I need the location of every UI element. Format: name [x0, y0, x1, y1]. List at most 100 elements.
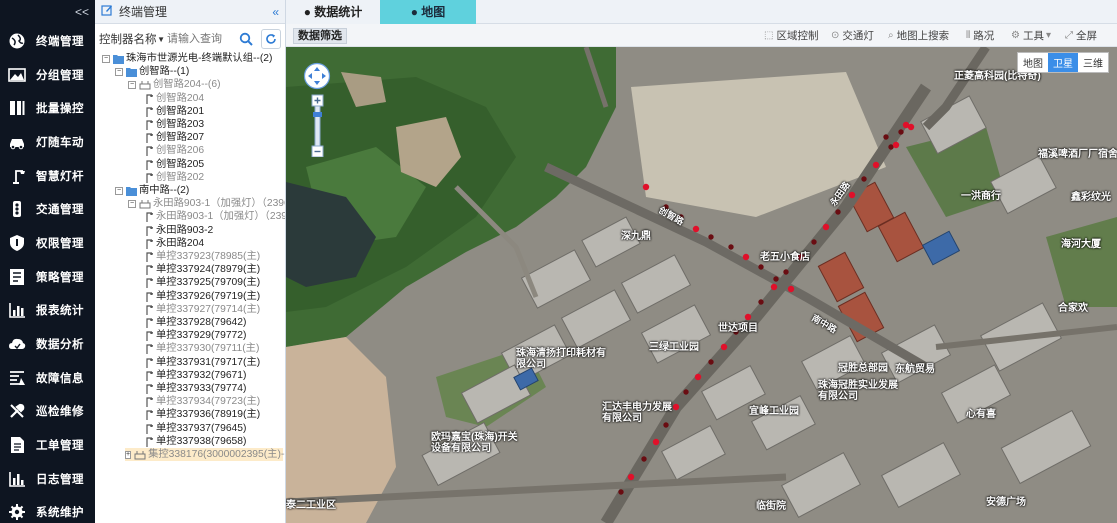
search-icon[interactable]: [237, 29, 255, 49]
tree-collapse-button[interactable]: «: [272, 5, 279, 19]
lamp-marker[interactable]: [835, 209, 841, 215]
tree-node[interactable]: 创智路206: [145, 144, 204, 157]
tree-node[interactable]: − 永田路903-1（加强灯）（2396）: [128, 197, 285, 210]
lamp-marker[interactable]: [720, 343, 728, 351]
collapse-icon[interactable]: −: [128, 199, 136, 208]
refresh-button[interactable]: [261, 29, 281, 49]
lamp-marker[interactable]: [708, 359, 714, 365]
tree-node[interactable]: 单控337929(79772): [145, 329, 246, 342]
lamp-marker[interactable]: [822, 223, 830, 231]
tree-search-input[interactable]: [167, 29, 237, 49]
sidebar-item[interactable]: 故障信息: [0, 361, 95, 395]
tab-data-statistics[interactable]: ● 数据统计: [286, 0, 380, 24]
lamp-marker[interactable]: [641, 456, 647, 462]
lamp-marker[interactable]: [627, 473, 635, 481]
tree-node[interactable]: 创智路205: [145, 158, 204, 171]
lamp-marker[interactable]: [783, 269, 789, 275]
tree-node[interactable]: 单控337931(79717(主): [145, 356, 260, 369]
tree-node[interactable]: 创智路201: [145, 105, 204, 118]
lamp-marker[interactable]: [642, 183, 650, 191]
tree-node[interactable]: + 集控338176(3000002395(主)--: [125, 448, 285, 461]
map-type-satellite[interactable]: 卫星: [1048, 53, 1078, 72]
search-field-select[interactable]: 控制器名称 ▼: [99, 29, 167, 49]
lamp-marker[interactable]: [708, 234, 714, 240]
lamp-marker[interactable]: [773, 276, 779, 282]
lamp-marker[interactable]: [652, 438, 660, 446]
sidebar-item[interactable]: 灯随车动: [0, 125, 95, 159]
sidebar-collapse-button[interactable]: <<: [0, 0, 95, 24]
expand-icon[interactable]: +: [125, 450, 132, 459]
lamp-marker[interactable]: [672, 403, 680, 411]
tree-node[interactable]: 永田路903-2: [145, 224, 213, 237]
tree-node[interactable]: − 创智路204--(6): [128, 78, 221, 91]
road-conditions-button[interactable]: ⫴ 路况: [966, 29, 994, 43]
satellite-map[interactable]: 正菱高科园(比特奇) 福溪啤酒厂厂宿舍 一洪商行 鑫彩纹光 海河大厦 合家欢 深…: [286, 47, 1117, 523]
lamp-marker[interactable]: [898, 129, 904, 135]
fullscreen-button[interactable]: ⤢ 全屏: [1065, 29, 1097, 43]
tree-node[interactable]: − 南中路--(2): [115, 184, 189, 197]
tree-node[interactable]: 单控337932(79671): [145, 369, 246, 382]
sidebar-item[interactable]: 数据分析: [0, 327, 95, 361]
sidebar-item[interactable]: 日志管理: [0, 462, 95, 496]
traffic-light-button[interactable]: ⊙ 交通灯: [831, 29, 874, 43]
lamp-marker[interactable]: [811, 239, 817, 245]
sidebar-item[interactable]: 系统维护: [0, 496, 95, 523]
collapse-icon[interactable]: −: [102, 54, 110, 63]
sidebar-item[interactable]: 交通管理: [0, 192, 95, 226]
sidebar-item[interactable]: 终端管理: [0, 24, 95, 58]
tree-node[interactable]: 单控337936(78919(主): [145, 408, 260, 421]
tree-node[interactable]: 单控337926(79719(主): [145, 290, 260, 303]
zoom-slider-handle[interactable]: [313, 112, 322, 117]
lamp-marker[interactable]: [694, 373, 702, 381]
sidebar-item[interactable]: 分组管理: [0, 58, 95, 92]
tools-button[interactable]: ⚙ 工具 ▾: [1011, 29, 1054, 43]
tree-node[interactable]: 单控337928(79642): [145, 316, 246, 329]
sidebar-item[interactable]: 工单管理: [0, 428, 95, 462]
lamp-marker[interactable]: [618, 489, 624, 495]
tree-node[interactable]: 单控337923(78985(主): [145, 250, 260, 263]
lamp-marker[interactable]: [692, 225, 700, 233]
collapse-icon[interactable]: −: [128, 80, 136, 89]
tree-node[interactable]: 单控337933(79774): [145, 382, 246, 395]
data-filter-button[interactable]: 数据筛选: [293, 28, 347, 44]
lamp-marker[interactable]: [770, 283, 778, 291]
tree-node[interactable]: 单控337938(79658): [145, 435, 246, 448]
lamp-marker[interactable]: [787, 285, 795, 293]
tree-node[interactable]: − 珠海市世源光电-终端默认组--(2): [102, 52, 272, 65]
zoom-in-button[interactable]: [311, 94, 324, 107]
tree-node[interactable]: 单控337934(79723(主): [145, 395, 260, 408]
tree-node[interactable]: 创智路204: [145, 92, 204, 105]
sidebar-item[interactable]: 策略管理: [0, 260, 95, 294]
tab-map[interactable]: ● 地图: [380, 0, 476, 24]
collapse-icon[interactable]: −: [115, 67, 123, 76]
lamp-marker[interactable]: [861, 176, 867, 182]
tree-node[interactable]: 永田路903-1（加强灯）（2396: [145, 210, 285, 223]
tree-node[interactable]: 单控337937(79645): [145, 422, 246, 435]
tree-node[interactable]: 单控337930(79711(主): [145, 342, 259, 355]
tree-node[interactable]: 单控337927(79714(主): [145, 303, 260, 316]
collapse-icon[interactable]: −: [115, 186, 123, 195]
area-control-button[interactable]: ⬚ 区域控制: [764, 29, 818, 43]
sidebar-item[interactable]: 批量操控: [0, 91, 95, 125]
tree-node[interactable]: 创智路207: [145, 131, 204, 144]
map-type-3d[interactable]: 三维: [1078, 53, 1108, 72]
lamp-marker[interactable]: [883, 134, 889, 140]
sidebar-item[interactable]: 报表统计: [0, 294, 95, 328]
tree-node[interactable]: 单控337925(79709(主): [145, 276, 260, 289]
map-type-normal[interactable]: 地图: [1018, 53, 1048, 72]
tree-node[interactable]: 永田路204: [145, 237, 204, 250]
lamp-marker[interactable]: [758, 299, 764, 305]
pan-control[interactable]: [303, 62, 331, 90]
lamp-marker[interactable]: [907, 123, 915, 131]
lamp-marker[interactable]: [728, 244, 734, 250]
lamp-marker[interactable]: [742, 253, 750, 261]
lamp-marker[interactable]: [892, 141, 900, 149]
sidebar-item[interactable]: 巡检维修: [0, 395, 95, 429]
zoom-out-button[interactable]: [311, 145, 324, 157]
lamp-marker[interactable]: [848, 191, 856, 199]
sidebar-item[interactable]: 智慧灯杆: [0, 159, 95, 193]
tree-node[interactable]: 创智路202: [145, 171, 204, 184]
lamp-marker[interactable]: [683, 389, 689, 395]
map-search-button[interactable]: ⌕ 地图上搜索: [888, 29, 949, 43]
tree-node[interactable]: 单控337924(78979(主): [145, 263, 260, 276]
